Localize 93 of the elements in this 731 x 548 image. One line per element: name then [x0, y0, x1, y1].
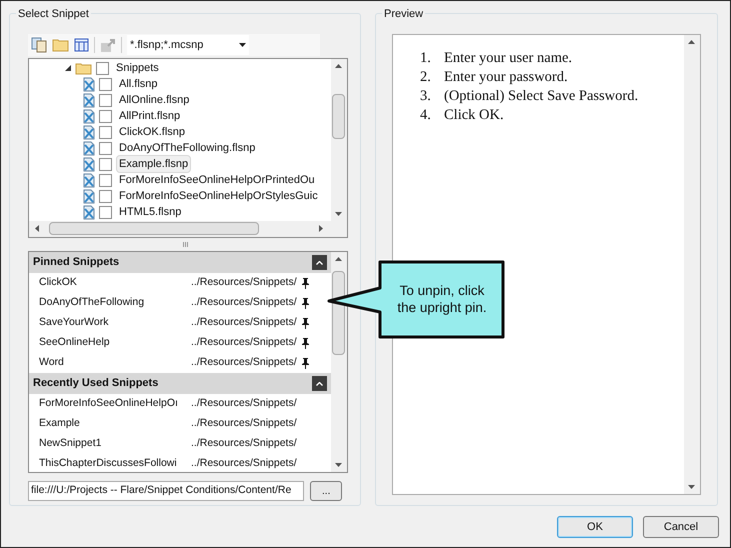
scroll-right-icon[interactable] — [319, 225, 323, 232]
tree-item[interactable]: ClickOK.flsnp — [116, 122, 188, 142]
tree-item[interactable]: Snippets — [113, 59, 162, 78]
snippet-name[interactable]: ThisChapterDiscussesFollowi — [39, 457, 177, 470]
section-title: Recently Used Snippets — [33, 376, 158, 392]
tree-item[interactable]: ForMoreInfoSeeOnlineHelpOrPrintedOu — [116, 170, 318, 190]
tree-item[interactable]: DoAnyOfTheFollowing.flsnp — [116, 138, 258, 158]
checkbox[interactable] — [96, 62, 109, 74]
checkbox[interactable] — [99, 174, 112, 186]
chevron-icon — [316, 260, 323, 264]
section-title: Pinned Snippets — [33, 255, 120, 270]
snippet-name[interactable]: SaveYourWork — [39, 316, 108, 328]
checkbox[interactable] — [99, 126, 112, 138]
snippet-file-icon — [83, 92, 95, 108]
snippet-path: ../Resources/Snippets/ — [191, 456, 297, 472]
tree-item[interactable]: HTML5.flsnp — [116, 202, 184, 221]
splitter-grip-icon[interactable] — [182, 242, 188, 247]
checkbox[interactable] — [99, 78, 112, 90]
folder-icon — [75, 62, 92, 74]
horizontal-scrollbar[interactable] — [29, 221, 347, 237]
checkbox[interactable] — [99, 158, 112, 170]
vertical-scrollbar[interactable] — [331, 252, 347, 472]
step-number: 4. — [420, 106, 432, 125]
group-title: Select Snippet — [16, 6, 91, 22]
callout-text: To unpin, click the upright pin. — [396, 282, 488, 316]
snippet-file-icon — [83, 156, 95, 172]
collapse-button[interactable] — [312, 255, 327, 270]
scroll-up-icon[interactable] — [688, 40, 695, 44]
step-number: 1. — [420, 49, 432, 68]
snippet-name[interactable]: ClickOK — [39, 276, 77, 288]
scroll-thumb[interactable] — [332, 94, 345, 139]
vertical-scrollbar[interactable] — [684, 35, 700, 494]
snippet-path: ../Resources/Snippets/ — [191, 416, 297, 432]
step-text: Enter your user name. — [444, 49, 572, 68]
scroll-down-icon[interactable] — [335, 212, 342, 216]
pin-icon[interactable] — [301, 318, 310, 328]
scroll-down-icon[interactable] — [335, 463, 342, 467]
snippet-file-icon — [83, 172, 95, 188]
table-icon[interactable] — [74, 38, 89, 52]
snippet-name[interactable]: NewSnippet1 — [39, 437, 102, 450]
snippet-name[interactable]: ForMoreInfoSeeOnlineHelpOı — [39, 397, 178, 410]
snippet-file-icon — [83, 188, 95, 204]
snippet-name[interactable]: Example — [39, 417, 80, 430]
pin-icon[interactable] — [301, 298, 310, 308]
checkbox[interactable] — [99, 206, 112, 218]
snippet-path: ../Resources/Snippets/ — [191, 275, 297, 290]
tree-item[interactable]: Example.flsnp — [116, 154, 192, 174]
snippet-file-icon — [83, 76, 95, 92]
tree-item[interactable]: AllOnline.flsnp — [116, 90, 192, 110]
filter-dropdown[interactable]: *.flsnp;*.mcsnp — [127, 35, 249, 55]
snippet-file-icon — [83, 108, 95, 124]
snippet-path: ../Resources/Snippets/ — [191, 436, 297, 452]
scroll-left-icon[interactable] — [35, 225, 39, 232]
snippet-name[interactable]: DoAnyOfTheFollowing — [39, 296, 144, 308]
pin-icon[interactable] — [301, 358, 310, 368]
copy-icon[interactable] — [31, 37, 47, 53]
dialog-button[interactable]: OK — [557, 516, 633, 538]
snippet-path: ../Resources/Snippets/ — [191, 335, 297, 350]
scroll-thumb[interactable] — [332, 271, 345, 355]
snippet-file-icon — [83, 204, 95, 220]
scroll-up-icon[interactable] — [335, 64, 342, 68]
tree-item[interactable]: AllPrint.flsnp — [116, 106, 184, 126]
expander-icon[interactable] — [65, 65, 71, 71]
snippet-name[interactable]: Word — [39, 356, 64, 368]
browse-button[interactable]: ... — [310, 481, 342, 501]
snippet-path: ../Resources/Snippets/ — [191, 396, 297, 412]
snippet-file-icon — [83, 124, 95, 140]
checkbox[interactable] — [99, 110, 112, 122]
collapse-button[interactable] — [312, 376, 327, 391]
chevron-icon — [316, 382, 323, 386]
vertical-scrollbar[interactable] — [331, 59, 347, 221]
checkbox[interactable] — [99, 142, 112, 154]
snippet-file-icon — [83, 140, 95, 156]
snippet-path: ../Resources/Snippets/ — [191, 355, 297, 370]
dialog-button[interactable]: Cancel — [643, 516, 719, 538]
pin-icon[interactable] — [301, 338, 310, 348]
scroll-thumb[interactable] — [49, 222, 259, 235]
step-text: Click OK. — [444, 106, 504, 125]
snippet-path: ../Resources/Snippets/ — [191, 315, 297, 330]
tree-item[interactable]: All.flsnp — [116, 74, 161, 94]
checkbox[interactable] — [99, 190, 112, 202]
path-field[interactable]: file:///U:/Projects -- Flare/Snippet Conditions/Content/Re — [28, 481, 304, 501]
checkbox[interactable] — [99, 94, 112, 106]
step-number: 3. — [420, 87, 432, 106]
tree-item[interactable]: ForMoreInfoSeeOnlineHelpOrStylesGuic — [116, 186, 321, 206]
step-number: 2. — [420, 68, 432, 87]
step-text: (Optional) Select Save Password. — [444, 87, 638, 106]
pin-icon[interactable] — [301, 278, 310, 288]
snippet-path: ../Resources/Snippets/ — [191, 295, 297, 310]
step-text: Enter your password. — [444, 68, 568, 87]
caret-icon — [239, 43, 246, 47]
scroll-down-icon[interactable] — [688, 485, 695, 489]
snippet-name[interactable]: SeeOnlineHelp — [39, 336, 110, 348]
